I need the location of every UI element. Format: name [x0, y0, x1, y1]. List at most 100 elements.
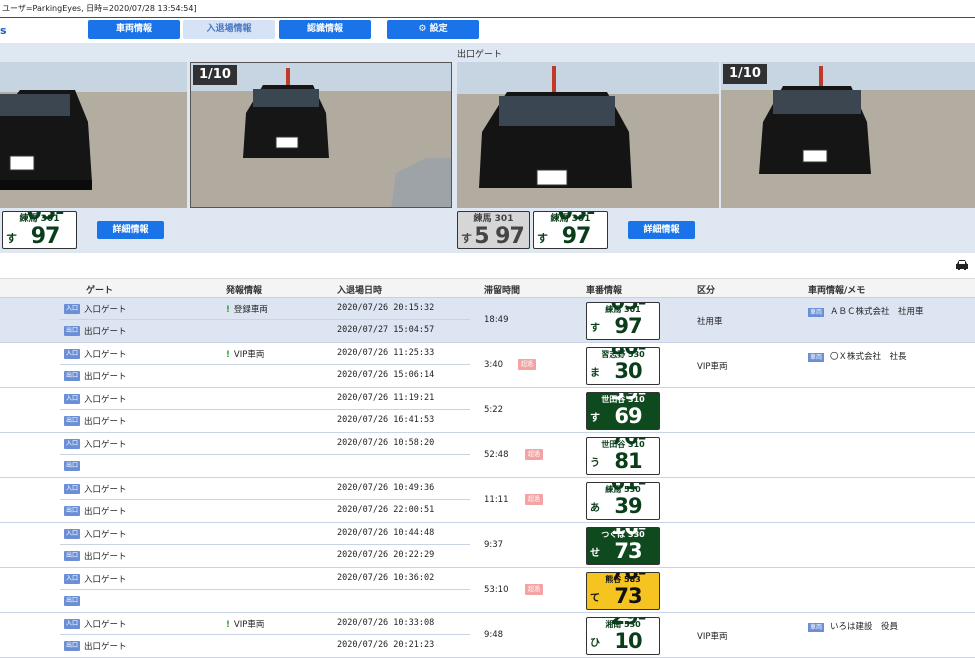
alert-text: VIP車両: [233, 350, 265, 360]
vehicle-memo: 車両 いろは建設 役員: [808, 620, 898, 632]
plate-number: 05-97: [610, 302, 647, 338]
vehicle-plate[interactable]: 熊谷 583 て 76-73: [586, 572, 660, 610]
entry-time: 2020/07/26 10:36:02: [337, 573, 435, 583]
window-title: ユーザ=ParkingEyes, 日時=2020/07/28 13:54:54]: [0, 0, 975, 18]
table-row[interactable]: 入口 入口ゲート ! 登録車両 2020/07/26 20:15:32 出口 出口…: [0, 298, 975, 343]
entry-gate-name: 入口ゲート: [84, 395, 127, 405]
entry-subrow: 入口 入口ゲート ! VIP車両 2020/07/26 10:33:08: [60, 613, 470, 635]
alert-info: ! VIP車両: [226, 348, 264, 360]
nav-vehicle-info[interactable]: 車両情報: [88, 20, 180, 39]
list-toolbar: [0, 253, 975, 279]
alert-info: [226, 393, 230, 403]
vehicle-plate[interactable]: 世田谷 310 う 70-81: [586, 437, 660, 475]
plate-number: 80-30: [610, 347, 647, 383]
stay-time: 5:22: [484, 405, 504, 415]
memo-text: いろは建設 役員: [830, 622, 899, 632]
plate-number: 05-97: [26, 211, 65, 249]
over-badge: 超過: [525, 584, 544, 595]
entry-camera-image-1[interactable]: [0, 62, 187, 208]
vehicle-plate[interactable]: 習志野 530 ま 80-30: [586, 347, 660, 385]
nav-entry-exit-info[interactable]: 入退場情報: [183, 20, 275, 39]
table-row[interactable]: 入口 入口ゲート 2020/07/26 10:49:36 出口 出口ゲート 20…: [0, 478, 975, 523]
memo-tag: 車両: [808, 308, 825, 317]
table-row[interactable]: 入口 入口ゲート 2020/07/26 10:44:48 出口 出口ゲート 20…: [0, 523, 975, 568]
alert-icon: !: [226, 350, 230, 360]
plate-region: 練馬 301: [473, 214, 514, 224]
over-badge: 超過: [518, 359, 537, 370]
alert-text: 登録車両: [233, 305, 268, 315]
alert-info: ! VIP車両: [226, 618, 264, 630]
table-row[interactable]: 入口 入口ゲート ! VIP車両 2020/07/26 11:25:33 出口 出…: [0, 343, 975, 388]
memo-text: ＡＢＣ株式会社 社用車: [830, 307, 924, 317]
exit-time: 2020/07/26 15:06:14: [337, 370, 435, 380]
entry-tag: 入口: [64, 574, 81, 584]
alert-info: [226, 528, 230, 538]
entry-detail-button[interactable]: 詳細情報: [97, 221, 164, 239]
entry-subrow: 入口 入口ゲート 2020/07/26 11:19:21: [60, 388, 470, 410]
entry-time: 2020/07/26 20:15:32: [337, 303, 435, 313]
stay-time: 9:48: [484, 630, 504, 640]
category: 社用車: [697, 317, 723, 327]
entry-tag: 入口: [64, 529, 81, 539]
top-nav: s 車両情報 入退場情報 認識情報 ⚙ 設定: [0, 18, 975, 43]
nav-recognition-info[interactable]: 認識情報: [279, 20, 371, 39]
plate-number: 5 97: [474, 224, 525, 249]
table-row[interactable]: 入口 入口ゲート 2020/07/26 10:58:20 出口 52:48 超過 …: [0, 433, 975, 478]
entry-plate-crop: 練馬 301 す 05-97: [2, 211, 77, 249]
entry-subrow: 入口 入口ゲート 2020/07/26 10:44:48: [60, 523, 470, 545]
exit-time: 2020/07/26 16:41:53: [337, 415, 435, 425]
alert-icon: !: [226, 305, 230, 315]
plate-number: 39-69: [610, 392, 647, 428]
plate-number: 29-10: [610, 617, 647, 653]
car-photo: [0, 62, 187, 208]
table-header: ゲート 発報情報 入退場日時 滞留時間 車番情報 区分 車両情報/メモ: [0, 279, 975, 298]
nav-settings[interactable]: ⚙ 設定: [387, 20, 479, 39]
exit-time: 2020/07/27 15:04:57: [337, 325, 435, 335]
category: VIP車両: [697, 632, 728, 642]
exit-time: 2020/07/26 20:21:23: [337, 640, 435, 650]
entry-time: 2020/07/26 11:19:21: [337, 393, 435, 403]
table-row[interactable]: 入口 入口ゲート ! VIP車両 2020/07/26 10:33:08 出口 出…: [0, 613, 975, 658]
entry-gate-name: 入口ゲート: [84, 440, 127, 450]
vehicle-plate[interactable]: 練馬 301 す 05-97: [586, 302, 660, 340]
table-row[interactable]: 入口 入口ゲート 2020/07/26 11:19:21 出口 出口ゲート 20…: [0, 388, 975, 433]
exit-time: 2020/07/26 20:22:29: [337, 550, 435, 560]
exit-time: 2020/07/26 22:00:51: [337, 505, 435, 515]
entry-gate-name: 入口ゲート: [84, 350, 127, 360]
entry-tag: 入口: [64, 439, 81, 449]
vehicle-plate[interactable]: 世田谷 310 す 39-69: [586, 392, 660, 430]
entry-exit-table: 入口 入口ゲート ! 登録車両 2020/07/26 20:15:32 出口 出口…: [0, 298, 975, 658]
entry-subrow: 入口 入口ゲート ! VIP車両 2020/07/26 11:25:33: [60, 343, 470, 365]
exit-subrow: 出口 出口ゲート 2020/07/26 15:06:14: [60, 365, 470, 387]
exit-image-counter: 1/10: [723, 64, 767, 84]
col-datetime: 入退場日時: [337, 286, 383, 296]
plate-number: 70-81: [610, 437, 647, 473]
plate-number: 05-97: [557, 211, 596, 249]
exit-gate-name: 出口ゲート: [84, 417, 127, 427]
exit-plate-photo: 練馬 301 す5 97: [457, 211, 530, 249]
entry-gate-name: 入口ゲート: [84, 485, 127, 495]
entry-gate-name: 入口ゲート: [84, 530, 127, 540]
alert-text: VIP車両: [233, 620, 265, 630]
entry-camera-image-2[interactable]: 1/10: [190, 62, 452, 208]
car-icon[interactable]: [955, 259, 969, 271]
exit-tag: 出口: [64, 461, 81, 471]
exit-subrow: 出口: [60, 590, 470, 612]
vehicle-plate[interactable]: 練馬 530 あ 61-39: [586, 482, 660, 520]
exit-detail-button[interactable]: 詳細情報: [628, 221, 695, 239]
exit-tag: 出口: [64, 371, 81, 381]
exit-camera-image-1[interactable]: [457, 62, 719, 208]
table-row[interactable]: 入口 入口ゲート 2020/07/26 10:36:02 出口 53:10 超過 …: [0, 568, 975, 613]
entry-subrow: 入口 入口ゲート ! 登録車両 2020/07/26 20:15:32: [60, 298, 470, 320]
vehicle-plate[interactable]: つくば 330 せ 16-73: [586, 527, 660, 565]
category: VIP車両: [697, 362, 728, 372]
exit-gate-name: 出口ゲート: [84, 327, 127, 337]
exit-camera-image-2[interactable]: 1/10: [721, 62, 975, 208]
vehicle-plate[interactable]: 湘南 530 ひ 29-10: [586, 617, 660, 655]
entry-time: 2020/07/26 10:33:08: [337, 618, 435, 628]
exit-subrow: 出口: [60, 455, 470, 477]
entry-time: 2020/07/26 11:25:33: [337, 348, 435, 358]
plate-number: 16-73: [610, 527, 647, 563]
exit-gate-label: 出口ゲート: [457, 50, 503, 60]
vehicle-memo: 車両 〇Ｘ株式会社 社長: [808, 350, 907, 362]
